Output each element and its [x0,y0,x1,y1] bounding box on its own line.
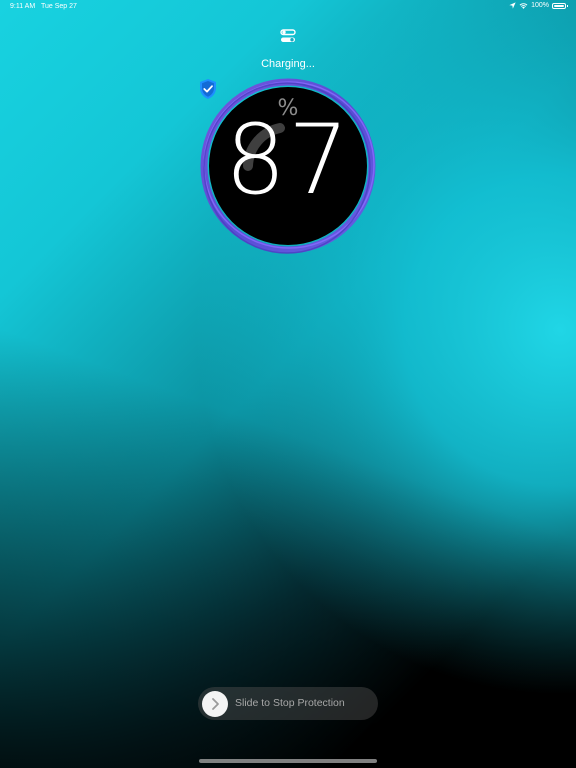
settings-toggle-icon[interactable] [279,28,297,44]
stop-protection-slider[interactable]: Slide to Stop Protection [198,687,378,720]
lock-screen: 9:11 AM Tue Sep 27 100% Charging... % 87… [0,0,576,768]
location-arrow-icon [509,2,516,9]
status-time: 9:11 AM [10,3,36,10]
charging-status-text: Charging... [261,58,315,70]
chevron-right-icon [212,698,219,710]
home-indicator[interactable] [199,759,377,763]
battery-full-icon [552,2,568,9]
status-date: Tue Sep 27 [41,3,77,10]
status-bar: 9:11 AM Tue Sep 27 100% [0,0,576,14]
battery-percent: 100% [531,2,549,9]
shield-check-icon [200,79,216,99]
wifi-icon [519,3,528,9]
status-indicators: 100% [509,2,568,9]
battery-dial: % 87 [198,78,378,258]
slider-knob[interactable] [202,691,228,717]
battery-level-value: 87 [224,104,352,216]
slider-label: Slide to Stop Protection [235,697,345,709]
